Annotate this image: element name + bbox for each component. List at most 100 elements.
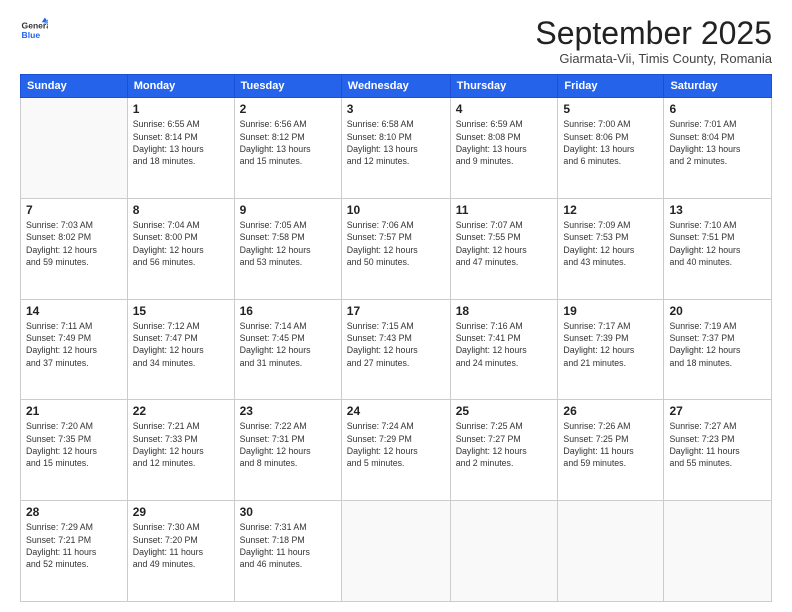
day-info: Sunrise: 7:22 AM Sunset: 7:31 PM Dayligh…: [240, 420, 336, 469]
calendar-cell: [664, 501, 772, 602]
day-info: Sunrise: 6:56 AM Sunset: 8:12 PM Dayligh…: [240, 118, 336, 167]
day-number: 12: [563, 203, 658, 217]
day-number: 18: [456, 304, 553, 318]
logo: General Blue: [20, 16, 48, 44]
day-info: Sunrise: 7:12 AM Sunset: 7:47 PM Dayligh…: [133, 320, 229, 369]
day-number: 25: [456, 404, 553, 418]
day-number: 9: [240, 203, 336, 217]
day-header-sunday: Sunday: [21, 75, 128, 98]
day-info: Sunrise: 7:24 AM Sunset: 7:29 PM Dayligh…: [347, 420, 445, 469]
day-info: Sunrise: 7:21 AM Sunset: 7:33 PM Dayligh…: [133, 420, 229, 469]
calendar-cell: 14 Sunrise: 7:11 AM Sunset: 7:49 PM Dayli…: [21, 299, 128, 400]
day-info: Sunrise: 7:04 AM Sunset: 8:00 PM Dayligh…: [133, 219, 229, 268]
calendar-cell: [450, 501, 558, 602]
day-number: 10: [347, 203, 445, 217]
calendar-cell: 8 Sunrise: 7:04 AM Sunset: 8:00 PM Daylig…: [127, 198, 234, 299]
calendar-cell: 15 Sunrise: 7:12 AM Sunset: 7:47 PM Dayli…: [127, 299, 234, 400]
day-number: 30: [240, 505, 336, 519]
day-info: Sunrise: 7:26 AM Sunset: 7:25 PM Dayligh…: [563, 420, 658, 469]
day-info: Sunrise: 7:27 AM Sunset: 7:23 PM Dayligh…: [669, 420, 766, 469]
day-info: Sunrise: 7:07 AM Sunset: 7:55 PM Dayligh…: [456, 219, 553, 268]
calendar-cell: 11 Sunrise: 7:07 AM Sunset: 7:55 PM Dayli…: [450, 198, 558, 299]
calendar-cell: [21, 98, 128, 199]
day-info: Sunrise: 7:17 AM Sunset: 7:39 PM Dayligh…: [563, 320, 658, 369]
day-number: 23: [240, 404, 336, 418]
calendar-cell: 29 Sunrise: 7:30 AM Sunset: 7:20 PM Dayli…: [127, 501, 234, 602]
day-number: 20: [669, 304, 766, 318]
day-info: Sunrise: 7:16 AM Sunset: 7:41 PM Dayligh…: [456, 320, 553, 369]
day-info: Sunrise: 6:59 AM Sunset: 8:08 PM Dayligh…: [456, 118, 553, 167]
day-info: Sunrise: 7:30 AM Sunset: 7:20 PM Dayligh…: [133, 521, 229, 570]
calendar-cell: 16 Sunrise: 7:14 AM Sunset: 7:45 PM Dayli…: [234, 299, 341, 400]
day-info: Sunrise: 7:29 AM Sunset: 7:21 PM Dayligh…: [26, 521, 122, 570]
day-header-saturday: Saturday: [664, 75, 772, 98]
location: Giarmata-Vii, Timis County, Romania: [535, 51, 772, 66]
day-info: Sunrise: 6:58 AM Sunset: 8:10 PM Dayligh…: [347, 118, 445, 167]
calendar-cell: 19 Sunrise: 7:17 AM Sunset: 7:39 PM Dayli…: [558, 299, 664, 400]
day-info: Sunrise: 7:01 AM Sunset: 8:04 PM Dayligh…: [669, 118, 766, 167]
calendar-cell: 23 Sunrise: 7:22 AM Sunset: 7:31 PM Dayli…: [234, 400, 341, 501]
day-number: 8: [133, 203, 229, 217]
day-info: Sunrise: 7:06 AM Sunset: 7:57 PM Dayligh…: [347, 219, 445, 268]
day-number: 22: [133, 404, 229, 418]
calendar-cell: 4 Sunrise: 6:59 AM Sunset: 8:08 PM Daylig…: [450, 98, 558, 199]
calendar-cell: 5 Sunrise: 7:00 AM Sunset: 8:06 PM Daylig…: [558, 98, 664, 199]
day-info: Sunrise: 7:03 AM Sunset: 8:02 PM Dayligh…: [26, 219, 122, 268]
day-info: Sunrise: 7:31 AM Sunset: 7:18 PM Dayligh…: [240, 521, 336, 570]
day-number: 2: [240, 102, 336, 116]
day-number: 28: [26, 505, 122, 519]
calendar-cell: 9 Sunrise: 7:05 AM Sunset: 7:58 PM Daylig…: [234, 198, 341, 299]
day-info: Sunrise: 7:05 AM Sunset: 7:58 PM Dayligh…: [240, 219, 336, 268]
day-number: 5: [563, 102, 658, 116]
calendar-cell: 3 Sunrise: 6:58 AM Sunset: 8:10 PM Daylig…: [341, 98, 450, 199]
day-number: 15: [133, 304, 229, 318]
month-title: September 2025: [535, 16, 772, 51]
day-info: Sunrise: 7:11 AM Sunset: 7:49 PM Dayligh…: [26, 320, 122, 369]
svg-text:Blue: Blue: [22, 30, 41, 40]
day-number: 3: [347, 102, 445, 116]
calendar-cell: 6 Sunrise: 7:01 AM Sunset: 8:04 PM Daylig…: [664, 98, 772, 199]
calendar-table: SundayMondayTuesdayWednesdayThursdayFrid…: [20, 74, 772, 602]
calendar-cell: 30 Sunrise: 7:31 AM Sunset: 7:18 PM Dayli…: [234, 501, 341, 602]
day-number: 21: [26, 404, 122, 418]
day-number: 16: [240, 304, 336, 318]
day-info: Sunrise: 7:09 AM Sunset: 7:53 PM Dayligh…: [563, 219, 658, 268]
day-number: 7: [26, 203, 122, 217]
day-number: 14: [26, 304, 122, 318]
day-number: 17: [347, 304, 445, 318]
calendar-cell: 13 Sunrise: 7:10 AM Sunset: 7:51 PM Dayli…: [664, 198, 772, 299]
day-info: Sunrise: 7:14 AM Sunset: 7:45 PM Dayligh…: [240, 320, 336, 369]
calendar-cell: 26 Sunrise: 7:26 AM Sunset: 7:25 PM Dayli…: [558, 400, 664, 501]
day-info: Sunrise: 7:15 AM Sunset: 7:43 PM Dayligh…: [347, 320, 445, 369]
calendar-cell: 27Sunrise: 7:27 AM Sunset: 7:23 PM Dayli…: [664, 400, 772, 501]
calendar-cell: 24 Sunrise: 7:24 AM Sunset: 7:29 PM Dayli…: [341, 400, 450, 501]
day-number: 29: [133, 505, 229, 519]
day-number: 1: [133, 102, 229, 116]
calendar-cell: [558, 501, 664, 602]
calendar-cell: 17 Sunrise: 7:15 AM Sunset: 7:43 PM Dayli…: [341, 299, 450, 400]
day-info: Sunrise: 7:20 AM Sunset: 7:35 PM Dayligh…: [26, 420, 122, 469]
day-number: 26: [563, 404, 658, 418]
day-header-monday: Monday: [127, 75, 234, 98]
day-info: Sunrise: 7:10 AM Sunset: 7:51 PM Dayligh…: [669, 219, 766, 268]
day-info: Sunrise: 7:00 AM Sunset: 8:06 PM Dayligh…: [563, 118, 658, 167]
day-number: 24: [347, 404, 445, 418]
day-info: Sunrise: 7:25 AM Sunset: 7:27 PM Dayligh…: [456, 420, 553, 469]
day-info: Sunrise: 7:19 AM Sunset: 7:37 PM Dayligh…: [669, 320, 766, 369]
calendar-cell: 7 Sunrise: 7:03 AM Sunset: 8:02 PM Daylig…: [21, 198, 128, 299]
calendar-cell: 1 Sunrise: 6:55 AM Sunset: 8:14 PM Daylig…: [127, 98, 234, 199]
calendar-cell: 21 Sunrise: 7:20 AM Sunset: 7:35 PM Dayli…: [21, 400, 128, 501]
calendar-cell: 18 Sunrise: 7:16 AM Sunset: 7:41 PM Dayli…: [450, 299, 558, 400]
calendar-cell: 25 Sunrise: 7:25 AM Sunset: 7:27 PM Dayli…: [450, 400, 558, 501]
day-header-thursday: Thursday: [450, 75, 558, 98]
day-number: 13: [669, 203, 766, 217]
day-number: 6: [669, 102, 766, 116]
day-number: 4: [456, 102, 553, 116]
day-info: Sunrise: 6:55 AM Sunset: 8:14 PM Dayligh…: [133, 118, 229, 167]
day-number: 11: [456, 203, 553, 217]
day-number: 19: [563, 304, 658, 318]
calendar-cell: 10 Sunrise: 7:06 AM Sunset: 7:57 PM Dayli…: [341, 198, 450, 299]
day-header-wednesday: Wednesday: [341, 75, 450, 98]
calendar-cell: [341, 501, 450, 602]
calendar-cell: 28 Sunrise: 7:29 AM Sunset: 7:21 PM Dayli…: [21, 501, 128, 602]
